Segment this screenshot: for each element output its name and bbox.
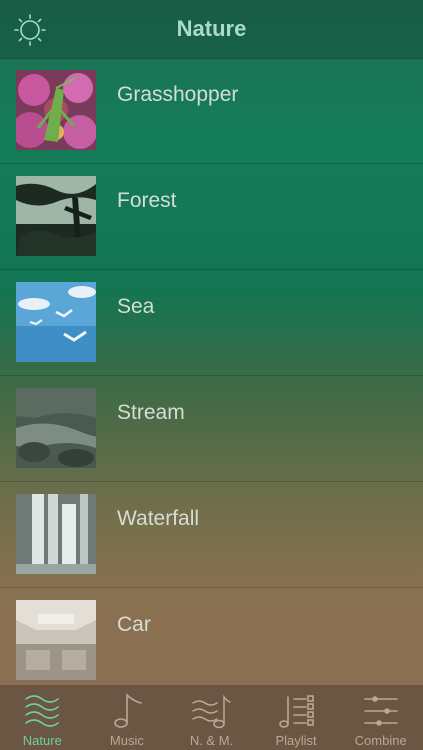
- list-item-label: Waterfall: [117, 507, 200, 530]
- list-item-car[interactable]: Car: [0, 588, 423, 694]
- list-item-forest[interactable]: Forest: [0, 164, 423, 270]
- music-note-icon: [114, 693, 142, 728]
- list-item-label: Sea: [117, 295, 155, 318]
- nav-bar: Nature: [0, 0, 423, 59]
- list-item-sea[interactable]: Sea: [0, 270, 423, 376]
- list-item-grasshopper[interactable]: Grasshopper: [0, 58, 423, 164]
- forest-thumbnail: [16, 176, 96, 256]
- tab-music[interactable]: Music: [85, 685, 170, 750]
- grasshopper-thumbnail: [16, 70, 96, 150]
- list-item-stream[interactable]: Stream: [0, 376, 423, 482]
- sliders-icon: [363, 696, 398, 726]
- tab-playlist[interactable]: Playlist: [254, 685, 339, 750]
- sun-icon[interactable]: [14, 14, 46, 46]
- sea-thumbnail: [16, 282, 96, 362]
- tab-bar: Nature Music N. & M. Playlist Combine: [0, 685, 423, 750]
- list-item-label: Grasshopper: [117, 83, 239, 106]
- sound-list: Grasshopper Forest Sea Stream Waterfall …: [0, 58, 423, 694]
- tab-combine[interactable]: Combine: [338, 685, 423, 750]
- tab-nature-and-music[interactable]: N. & M.: [169, 685, 254, 750]
- list-item-label: Forest: [117, 189, 177, 212]
- waves-note-icon: [192, 694, 232, 729]
- waves-icon: [25, 695, 60, 727]
- page-title: Nature: [176, 16, 247, 41]
- car-thumbnail: [16, 600, 96, 680]
- stream-thumbnail: [16, 388, 96, 468]
- tab-nature[interactable]: Nature: [0, 685, 85, 750]
- list-item-label: Stream: [117, 401, 185, 424]
- list-item-waterfall[interactable]: Waterfall: [0, 482, 423, 588]
- waterfall-thumbnail: [16, 494, 96, 574]
- playlist-icon: [279, 695, 314, 728]
- list-item-label: Car: [117, 613, 151, 636]
